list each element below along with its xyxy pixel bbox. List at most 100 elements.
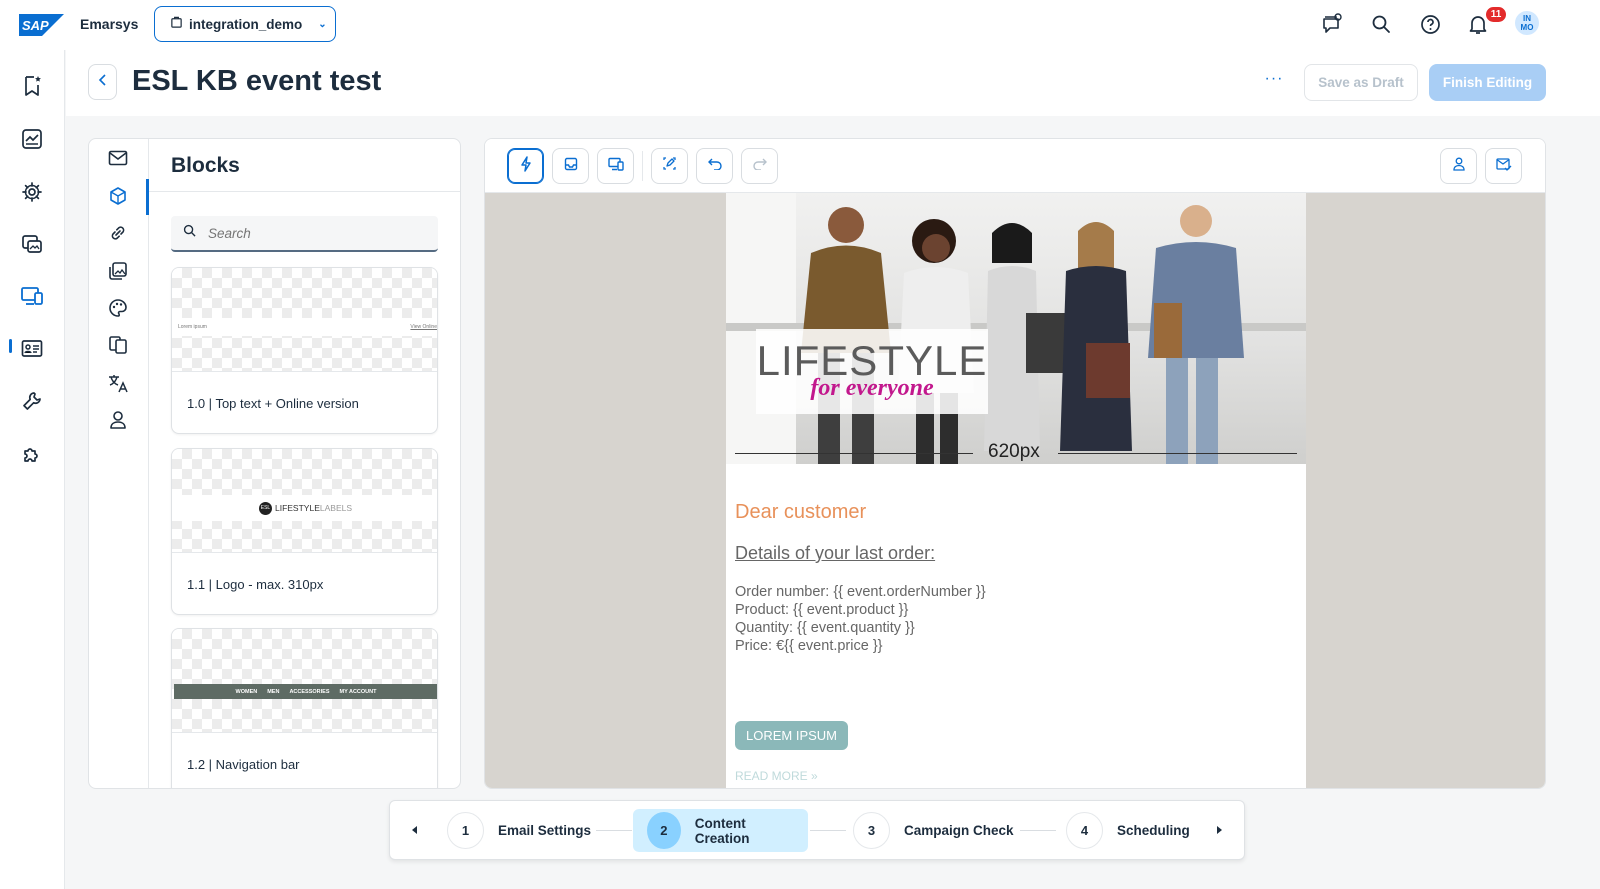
panel-rail <box>89 139 149 788</box>
account-name: integration_demo <box>189 16 303 32</box>
person-icon[interactable] <box>107 409 129 431</box>
caret-left-icon[interactable] <box>407 822 423 838</box>
addons-icon[interactable] <box>19 441 45 467</box>
sap-logo[interactable]: SAP <box>19 14 64 41</box>
more-actions-button[interactable]: ··· <box>1260 70 1288 94</box>
preview-text-right: View Online <box>410 324 437 330</box>
order-line: Product: {{ event.product }} <box>735 602 909 618</box>
email-subheading: Details of your last order: <box>735 543 936 563</box>
width-indicator-label: 620px <box>988 441 1040 462</box>
avatar[interactable]: IN MO <box>1515 11 1539 35</box>
order-line: Price: €{{ event.price }} <box>735 638 883 654</box>
step-number: 2 <box>647 812 681 849</box>
image-icon[interactable] <box>107 260 129 282</box>
divider <box>149 191 460 192</box>
step-email-settings[interactable]: 1 Email Settings <box>433 809 605 852</box>
left-navigation <box>0 50 65 889</box>
email-preview[interactable]: LIFESTYLE for everyone 620px Dear custom… <box>726 193 1306 788</box>
feedback-icon[interactable] <box>1320 12 1344 36</box>
save-as-draft-button[interactable]: Save as Draft <box>1304 64 1418 101</box>
contacts-icon[interactable] <box>19 336 45 362</box>
step-label: Campaign Check <box>904 823 1014 838</box>
order-details: Order number: {{ event.orderNumber }} Pr… <box>735 583 986 655</box>
step-scheduling[interactable]: 4 Scheduling <box>1052 809 1204 852</box>
block-preview: ESL LIFESTYLE LABELS <box>172 449 437 553</box>
chevron-down-icon: ⌄ <box>318 18 327 30</box>
preview-nav: WOMEN MEN ACCESSORIES MY ACCOUNT <box>174 684 437 699</box>
lightning-icon <box>520 155 532 177</box>
chevron-left-icon <box>98 73 108 91</box>
edit-icon <box>662 156 677 176</box>
step-number: 4 <box>1066 812 1103 849</box>
search-input[interactable] <box>208 225 418 241</box>
step-number: 1 <box>447 812 484 849</box>
step-label: Scheduling <box>1117 823 1190 838</box>
test-mail-button[interactable] <box>1485 148 1522 184</box>
block-card-label: 1.2 | Navigation bar <box>187 757 300 772</box>
block-card-navigation[interactable]: WOMEN MEN ACCESSORIES MY ACCOUNT 1.2 | N… <box>171 628 438 788</box>
step-label: Content Creation <box>694 815 750 846</box>
bookmark-star-icon[interactable] <box>19 73 45 99</box>
avatar-initials-bottom: MO <box>1520 23 1534 32</box>
devices-icon[interactable] <box>19 283 45 309</box>
block-search[interactable] <box>171 216 438 252</box>
canvas-toolbar <box>485 139 1545 193</box>
notification-badge: 11 <box>1486 7 1506 22</box>
order-line: Quantity: {{ event.quantity }} <box>735 620 915 636</box>
mail-icon[interactable] <box>107 147 129 169</box>
step-campaign-check[interactable]: 3 Campaign Check <box>839 809 1028 852</box>
device-preview-button[interactable] <box>597 148 634 184</box>
inbox-preview-button[interactable] <box>552 148 589 184</box>
personalization-button[interactable] <box>1440 148 1477 184</box>
avatar-initials-top: IN <box>1523 14 1531 23</box>
hero-image[interactable]: LIFESTYLE for everyone 620px <box>726 193 1306 464</box>
cta-button[interactable]: LOREM IPSUM <box>735 721 848 750</box>
email-greeting: Dear customer <box>735 501 867 523</box>
redo-button[interactable] <box>741 148 778 184</box>
settings-icon[interactable] <box>19 179 45 205</box>
building-icon <box>170 16 183 32</box>
block-card-top-text[interactable]: Lorem ipsum View Online 1.0 | Top text +… <box>171 267 438 434</box>
help-icon[interactable] <box>1418 12 1442 36</box>
search-icon[interactable] <box>1369 12 1393 36</box>
edit-button[interactable] <box>651 148 688 184</box>
blocks-title: Blocks <box>171 154 240 177</box>
step-content-creation[interactable]: 2 Content Creation <box>633 809 808 852</box>
caret-right-icon[interactable] <box>1211 822 1227 838</box>
search-icon <box>183 224 196 242</box>
analytics-icon[interactable] <box>19 126 45 152</box>
blocks-panel: Blocks Lorem ipsum View Online 1.0 | Top… <box>88 138 461 789</box>
logo-text: LIFESTYLE <box>274 503 320 513</box>
block-preview: Lorem ipsum View Online <box>172 268 437 372</box>
step-connector <box>1020 830 1056 831</box>
tools-icon[interactable] <box>19 388 45 414</box>
read-more-link[interactable]: READ MORE » <box>735 769 818 783</box>
translate-icon[interactable] <box>107 372 129 394</box>
account-switcher[interactable]: integration_demo ⌄ <box>154 6 336 42</box>
step-label: Email Settings <box>498 823 592 838</box>
person-icon <box>1452 157 1465 176</box>
rail-active-indicator <box>146 179 149 215</box>
finish-editing-button[interactable]: Finish Editing <box>1429 64 1546 101</box>
link-icon[interactable] <box>107 222 129 244</box>
undo-button[interactable] <box>696 148 733 184</box>
cube-icon[interactable] <box>107 185 129 207</box>
preview-nav-item: MY ACCOUNT <box>339 688 377 695</box>
email-stage: LIFESTYLE for everyone 620px Dear custom… <box>485 193 1545 788</box>
block-card-logo[interactable]: ESL LIFESTYLE LABELS 1.1 | Logo - max. 31… <box>171 448 438 615</box>
undo-icon <box>707 157 722 175</box>
lightning-button[interactable] <box>507 148 544 184</box>
width-indicator-right <box>1058 453 1297 454</box>
step-number: 3 <box>853 812 890 849</box>
step-connector <box>596 830 632 831</box>
mail-check-icon <box>1495 157 1512 176</box>
preview-nav-item: WOMEN <box>235 688 258 695</box>
content-icon[interactable] <box>19 231 45 257</box>
copy-icon[interactable] <box>107 334 129 356</box>
palette-icon[interactable] <box>107 297 129 319</box>
product-name: Emarsys <box>80 16 139 32</box>
campaign-stepper: 1 Email Settings 2 Content Creation 3 Ca… <box>389 800 1245 860</box>
back-button[interactable] <box>88 64 117 100</box>
logo-text-light: LABELS <box>319 503 353 513</box>
preview-strip: Lorem ipsum View Online <box>172 318 437 336</box>
